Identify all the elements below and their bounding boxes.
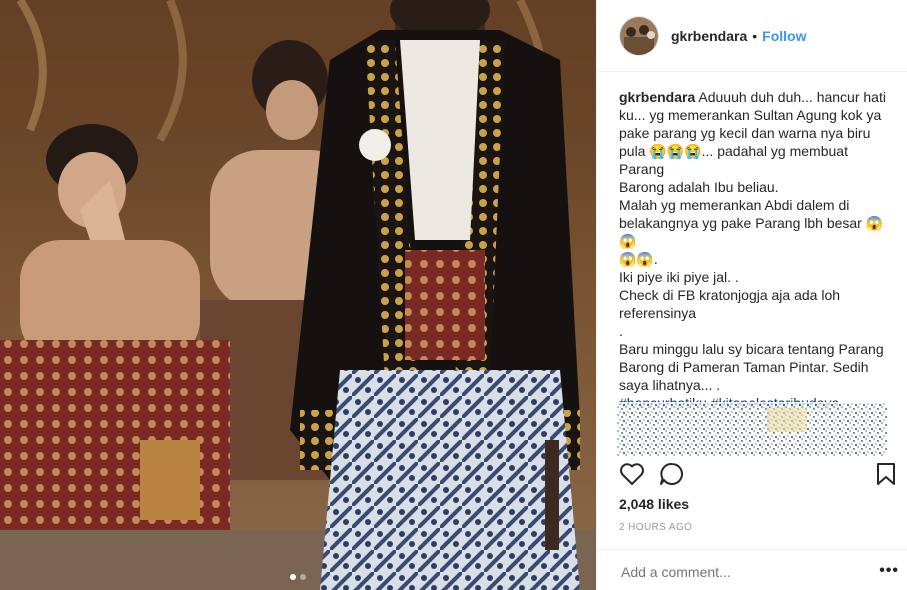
header-separator: • — [752, 27, 758, 44]
caption-line: pake parang yg kecil dan warna nya biru — [619, 125, 871, 141]
caption-line: gkrbendara Aduuuh duh duh... hancur hati — [619, 88, 894, 106]
username-link[interactable]: gkrbendara — [671, 28, 747, 44]
obscured-comments — [617, 402, 887, 456]
comment-bubble-icon[interactable] — [659, 462, 685, 486]
caption-line: Check di FB kratonjogja aja ada loh — [619, 287, 841, 303]
likes-count[interactable]: 2,048 likes — [619, 496, 689, 512]
comment-input[interactable] — [619, 563, 863, 581]
avatar[interactable] — [619, 15, 659, 56]
photo-illustration — [0, 0, 596, 590]
caption-line: Barong adalah Ibu beliau. — [619, 179, 779, 195]
bookmark-icon[interactable] — [875, 462, 897, 486]
caption-line: Barong di Pameran Taman Pintar. Sedih — [619, 359, 869, 375]
avatar-image — [620, 16, 658, 55]
post-sidebar: gkrbendara • Follow gkrbendara Aduuuh du… — [596, 0, 907, 590]
carousel-dot-active[interactable] — [290, 574, 296, 580]
more-options-icon[interactable]: ••• — [879, 562, 899, 580]
carousel-dot[interactable] — [300, 574, 306, 580]
post-photo[interactable] — [0, 0, 596, 590]
post-caption: gkrbendara Aduuuh duh duh... hancur hati… — [619, 88, 894, 412]
caption-line: ku... yg memerankan Sultan Agung kok ya — [619, 107, 882, 123]
caption-line: Malah yg memerankan Abdi dalem di — [619, 197, 850, 213]
follow-button[interactable]: Follow — [762, 28, 806, 44]
action-bar — [619, 460, 899, 490]
post-header: gkrbendara • Follow — [597, 0, 907, 72]
comment-bar: ••• — [597, 549, 907, 590]
caption-username[interactable]: gkrbendara — [619, 89, 695, 105]
caption-line: pula 😭😭😭... padahal yg membuat Parang — [619, 143, 848, 177]
caption-line: saya lihatnya... . — [619, 377, 721, 393]
carousel-indicator — [0, 574, 596, 580]
heart-icon[interactable] — [619, 462, 645, 486]
caption-text: Aduuuh duh duh... hancur hati — [698, 89, 886, 105]
caption-line: referensinya — [619, 305, 697, 321]
caption-line: Baru minggu lalu sy bicara tentang Paran… — [619, 341, 884, 357]
caption-line: 😱😱. — [619, 251, 658, 267]
instagram-post: gkrbendara • Follow gkrbendara Aduuuh du… — [0, 0, 907, 590]
caption-line: . — [619, 323, 623, 339]
post-timestamp[interactable]: 2 HOURS AGO — [619, 522, 692, 533]
caption-line: belakangnya yg pake Parang lbh besar 😱😱 — [619, 215, 884, 249]
caption-line: Iki piye iki piye jal. . — [619, 269, 739, 285]
